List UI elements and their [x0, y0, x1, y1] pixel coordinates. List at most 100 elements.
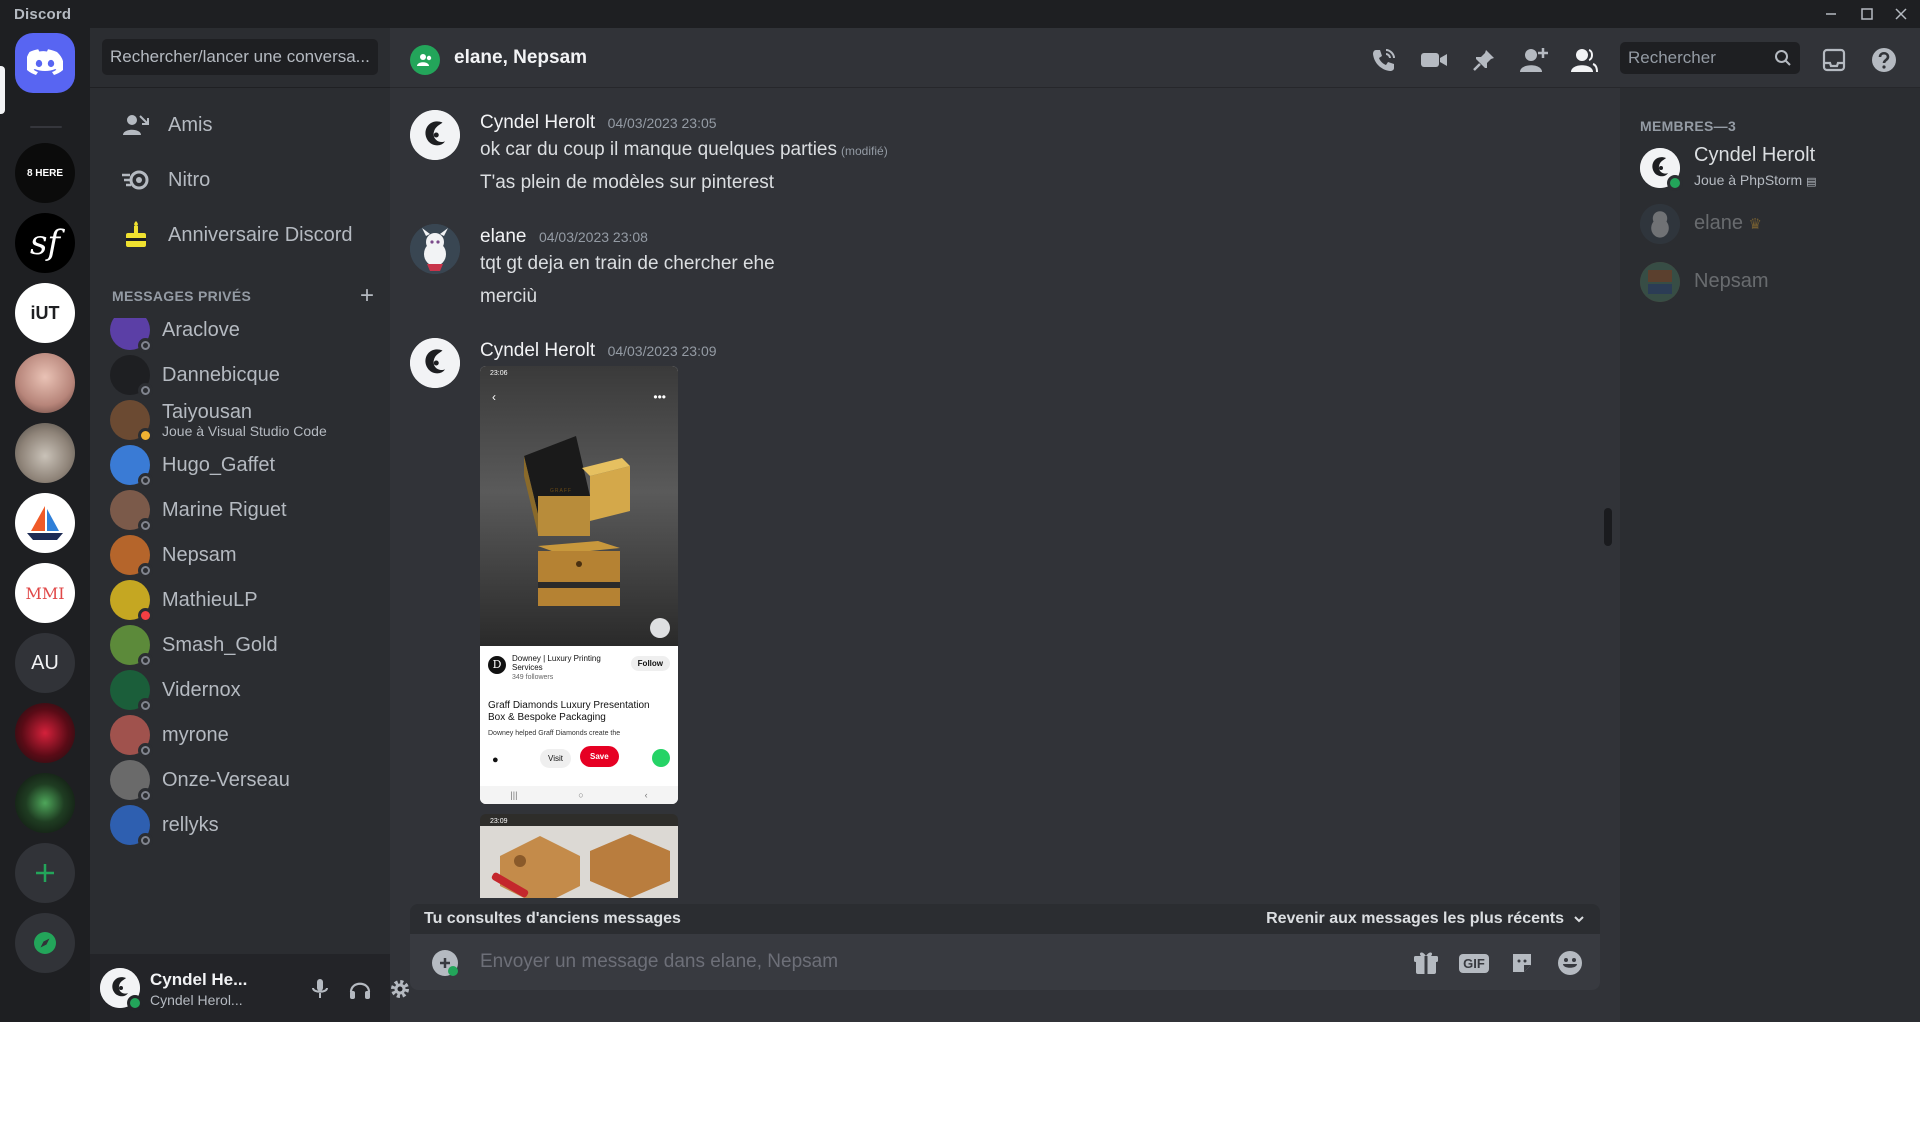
dm-avatar	[110, 580, 153, 623]
message-author[interactable]: elane	[480, 226, 527, 247]
member-item[interactable]: Cyndel Herolt Joue à PhpStorm ▤	[1640, 142, 1910, 192]
member-item[interactable]: elane ♛	[1640, 198, 1910, 248]
member-list-toggle-button[interactable]	[1568, 44, 1600, 76]
message-author[interactable]: Cyndel Herolt	[480, 340, 595, 361]
server-boat[interactable]	[15, 493, 75, 553]
member-name: Nepsam	[1694, 270, 1769, 292]
emoji-icon	[1558, 951, 1582, 975]
online-status-indicator	[1667, 175, 1683, 191]
nav-discord-birthday[interactable]: Anniversaire Discord	[102, 210, 378, 260]
dm-item[interactable]: myrone	[102, 710, 378, 760]
help-button[interactable]	[1868, 44, 1900, 76]
compass-icon	[34, 932, 56, 954]
explore-servers-button[interactable]	[15, 913, 75, 973]
message-avatar[interactable]	[410, 224, 460, 274]
title-bar: Discord	[0, 0, 1920, 28]
dm-name: MathieuLP	[162, 588, 258, 611]
emoji-picker-button[interactable]	[1554, 948, 1586, 978]
server-rail: 8 HERE sf iUT MMI AU	[0, 28, 90, 1022]
server-red[interactable]	[15, 703, 75, 763]
dm-avatar	[110, 760, 153, 803]
rail-separator	[30, 126, 62, 128]
activity-icon: ▤	[1806, 176, 1817, 188]
start-video-call-button[interactable]	[1418, 44, 1450, 76]
home-circle-icon: ○	[578, 790, 584, 800]
close-window-button[interactable]	[1884, 0, 1918, 28]
message-header: Cyndel Herolt 04/03/2023 23:09	[480, 340, 717, 362]
message-input[interactable]: Envoyer un message dans elane, Nepsam	[480, 951, 838, 973]
dm-item[interactable]: Marine Riguet	[102, 485, 378, 535]
dm-item[interactable]: Onze-Verseau	[102, 755, 378, 805]
message-scrollbar[interactable]	[1604, 508, 1612, 546]
member-name-text: elane	[1694, 212, 1743, 234]
start-voice-call-button[interactable]	[1368, 44, 1400, 76]
server-cat[interactable]	[15, 423, 75, 483]
dm-item[interactable]: Vidernox	[102, 665, 378, 715]
back-arrow-icon: ‹	[492, 390, 496, 404]
sticker-picker-button[interactable]	[1506, 948, 1538, 978]
create-dm-button[interactable]: +	[360, 284, 374, 308]
image-attachment[interactable]: 23:09	[480, 814, 678, 898]
add-user-icon	[1520, 48, 1548, 72]
maximize-button[interactable]	[1850, 0, 1884, 28]
dm-item[interactable]: Nepsam	[102, 530, 378, 580]
message-avatar[interactable]	[410, 110, 460, 160]
server-au[interactable]: AU	[15, 633, 75, 693]
dm-section-title: MESSAGES PRIVÉS	[112, 288, 252, 304]
server-green[interactable]	[15, 773, 75, 833]
server-iut[interactable]: iUT	[15, 283, 75, 343]
dm-avatar	[110, 445, 153, 488]
add-friends-to-dm-button[interactable]	[1518, 44, 1550, 76]
server-8-here[interactable]: 8 HERE	[15, 143, 75, 203]
user-panel: Cyndel He... Cyndel Herol...	[90, 954, 409, 1022]
member-activity-text: Joue à PhpStorm	[1694, 172, 1803, 188]
follow-button: Follow	[630, 656, 670, 671]
nav-discord-birthday-label: Anniversaire Discord	[168, 223, 353, 246]
gif-picker-button[interactable]: GIF	[1458, 948, 1490, 978]
header-search[interactable]: Rechercher	[1620, 42, 1800, 74]
dm-search-input[interactable]: Rechercher/lancer une conversa...	[102, 39, 378, 75]
dm-name: Marine Riguet	[162, 498, 287, 521]
deafen-button[interactable]	[344, 973, 376, 1005]
message-timestamp: 04/03/2023 23:09	[607, 343, 717, 359]
dm-item[interactable]: rellyks	[102, 800, 378, 850]
dm-text: rellyks	[162, 814, 219, 837]
server-green-avatar	[15, 773, 75, 833]
upload-button[interactable]	[432, 950, 458, 976]
server-symfony[interactable]: sf	[15, 213, 75, 273]
server-photo[interactable]	[15, 353, 75, 413]
dm-item[interactable]: Hugo_Gaffet	[102, 440, 378, 490]
member-avatar	[1640, 148, 1683, 191]
friends-icon	[116, 113, 156, 137]
visit-button: Visit	[540, 749, 571, 768]
pinned-messages-button[interactable]	[1468, 44, 1500, 76]
image-attachment[interactable]: 23:06 ‹ ••• GRAFF D Downey | Luxury Prin…	[480, 366, 678, 804]
server-red-avatar	[15, 703, 75, 763]
microphone-icon	[312, 979, 328, 998]
user-avatar[interactable]	[100, 968, 143, 1011]
dm-item[interactable]: MathieuLP	[102, 575, 378, 625]
nav-friends[interactable]: Amis	[102, 100, 378, 150]
server-mmi[interactable]: MMI	[15, 563, 75, 623]
dm-item[interactable]: Dannebicque	[102, 350, 378, 400]
member-item[interactable]: Nepsam	[1640, 256, 1910, 306]
dm-item[interactable]: Smash_Gold	[102, 620, 378, 670]
dm-item[interactable]: Taiyousan Joue à Visual Studio Code	[102, 395, 378, 445]
inbox-button[interactable]	[1818, 44, 1850, 76]
gift-box-image	[524, 436, 630, 606]
home-button[interactable]	[15, 33, 75, 93]
nav-nitro[interactable]: Nitro	[102, 155, 378, 205]
dm-search-bar: Rechercher/lancer une conversa...	[90, 28, 390, 88]
chat-header: elane, Nepsam Rechercher	[390, 28, 1920, 88]
status-bar-time: 23:06	[490, 370, 508, 377]
add-server-button[interactable]	[15, 843, 75, 903]
gift-nitro-button[interactable]	[1410, 948, 1442, 978]
lens-icon	[650, 618, 670, 638]
member-avatar	[1640, 204, 1680, 244]
message-author[interactable]: Cyndel Herolt	[480, 112, 595, 133]
dm-avatar	[110, 805, 153, 848]
message-avatar[interactable]	[410, 338, 460, 388]
minimize-button[interactable]	[1814, 0, 1848, 28]
jump-to-present-button[interactable]: Revenir aux messages les plus récents	[1266, 910, 1564, 928]
mute-button[interactable]	[304, 973, 336, 1005]
